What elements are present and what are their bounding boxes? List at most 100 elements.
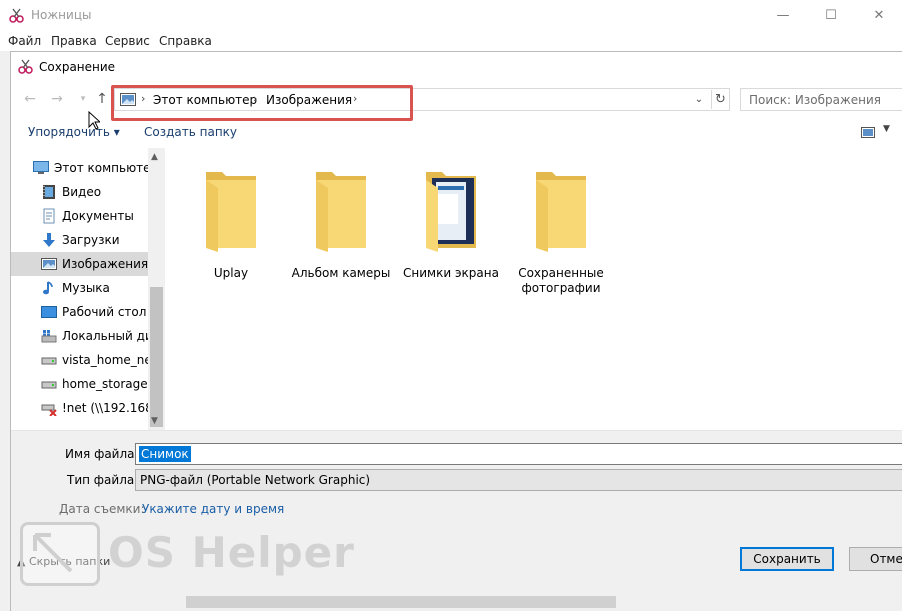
- sidebar-item-label: Изображения: [62, 257, 148, 271]
- navigation-pane: Этот компьютер Видео Документы Загрузки: [11, 148, 148, 430]
- sidebar-item-home-storage[interactable]: home_storage (E: [11, 372, 148, 396]
- sidebar-item-label: Этот компьютер: [54, 161, 148, 175]
- back-button[interactable]: ←: [21, 90, 39, 108]
- breadcrumb-this-pc[interactable]: Этот компьютер: [153, 93, 257, 107]
- arrow-left-icon: ←: [24, 91, 36, 107]
- filetype-label: Тип файла:: [67, 473, 139, 487]
- sidebar-item-label: home_storage (E: [62, 377, 148, 391]
- sidebar-item-label: Загрузки: [62, 233, 120, 247]
- mouse-cursor-icon: [88, 111, 100, 130]
- music-icon: [43, 281, 53, 295]
- drive-icon: [41, 381, 57, 389]
- arrow-up-icon: ↑: [96, 91, 108, 107]
- menu-edit[interactable]: Правка: [51, 34, 97, 48]
- view-icon[interactable]: [861, 127, 875, 138]
- filename-label: Имя файла:: [65, 447, 139, 461]
- sidebar-item-network-drive[interactable]: !net (\\192.168.2: [11, 396, 148, 420]
- recent-locations-button[interactable]: ▾: [74, 90, 92, 108]
- scrollbar-thumb[interactable]: [186, 596, 616, 608]
- sidebar-item-label: Локальный дис: [62, 329, 148, 343]
- chevron-down-icon: ▾: [80, 94, 86, 104]
- horizontal-scrollbar[interactable]: [11, 592, 902, 611]
- sidebar-item-vista-home[interactable]: vista_home_new: [11, 348, 148, 372]
- dialog-titlebar: Сохранение: [11, 52, 902, 82]
- menu-file[interactable]: Файл: [8, 34, 41, 48]
- close-button[interactable]: ✕: [856, 0, 902, 31]
- address-bar[interactable]: › Этот компьютер › Изображения › ⌄ ↻: [114, 88, 730, 111]
- sidebar-item-label: vista_home_new: [62, 353, 148, 367]
- sidebar-item-label: Видео: [62, 185, 102, 199]
- app-title: Ножницы: [31, 8, 92, 22]
- refresh-button[interactable]: ↻: [711, 90, 729, 109]
- local-disk-icon: [41, 330, 57, 343]
- sidebar-item-documents[interactable]: Документы: [11, 204, 148, 228]
- save-dialog: Сохранение ← → ▾ ↑ › Этот компьютер › Из…: [10, 51, 902, 611]
- forward-button[interactable]: →: [48, 90, 66, 108]
- maximize-button[interactable]: ☐: [808, 0, 854, 31]
- scissors-icon: [18, 59, 33, 74]
- app-background: [0, 51, 10, 611]
- date-taken-label: Дата съемки:: [59, 502, 145, 516]
- arrow-right-icon: →: [51, 91, 63, 107]
- sidebar-item-label: Документы: [62, 209, 134, 223]
- scroll-down-icon[interactable]: ▼: [151, 416, 158, 426]
- folder-icon: [206, 172, 256, 252]
- breadcrumb-pictures[interactable]: Изображения: [266, 93, 352, 107]
- sidebar-item-video[interactable]: Видео: [11, 180, 148, 204]
- filename-input[interactable]: Снимок: [135, 443, 902, 465]
- folder-label: Снимки экрана: [403, 266, 499, 280]
- scrollbar-thumb[interactable]: [150, 287, 163, 427]
- breadcrumb-separator-icon: ›: [141, 92, 146, 105]
- sidebar-item-pictures[interactable]: Изображения: [11, 252, 148, 276]
- filetype-select[interactable]: PNG-файл (Portable Network Graphic): [135, 469, 902, 491]
- breadcrumb-separator-icon: ›: [253, 92, 258, 105]
- scroll-up-icon[interactable]: ▲: [151, 152, 158, 162]
- folder-icon: [536, 172, 586, 252]
- sidebar-item-desktop[interactable]: Рабочий стол: [11, 300, 148, 324]
- documents-icon: [43, 208, 55, 224]
- save-button[interactable]: Сохранить: [740, 547, 834, 571]
- new-folder-button[interactable]: Создать папку: [144, 125, 237, 139]
- scissors-icon: [9, 8, 24, 23]
- app-menubar: Файл Правка Сервис Справка: [0, 31, 902, 51]
- sidebar-item-music[interactable]: Музыка: [11, 276, 148, 300]
- hide-folders-button[interactable]: ▲ Скрыть папки: [17, 555, 110, 568]
- minimize-icon: —: [776, 8, 790, 23]
- folder-item-screenshots[interactable]: Снимки экрана: [396, 162, 506, 292]
- cancel-button[interactable]: Отмена: [849, 547, 902, 571]
- view-dropdown-icon[interactable]: ▼: [883, 124, 890, 134]
- file-list: Uplay Альбом камеры Снимки экрана Сохран…: [166, 148, 902, 430]
- organize-button[interactable]: Упорядочить ▾: [28, 125, 120, 139]
- address-dropdown-button[interactable]: ⌄: [692, 92, 706, 108]
- sidebar-item-this-pc[interactable]: Этот компьютер: [11, 156, 148, 180]
- menu-help[interactable]: Справка: [159, 34, 212, 48]
- sidebar-item-downloads[interactable]: Загрузки: [11, 228, 148, 252]
- up-button[interactable]: ↑: [93, 90, 111, 108]
- folder-screenshots-icon: [426, 172, 476, 252]
- sidebar-item-label: Рабочий стол: [62, 305, 147, 319]
- pictures-folder-icon: [120, 93, 136, 106]
- filetype-value: PNG-файл (Portable Network Graphic): [140, 473, 371, 487]
- chevron-down-icon: ⌄: [694, 94, 704, 105]
- folder-label: Uplay: [213, 266, 249, 280]
- search-input[interactable]: Поиск: Изображения: [740, 88, 902, 111]
- desktop-icon: [41, 306, 57, 318]
- folder-icon: [316, 172, 366, 252]
- folder-label: Сохраненные фотографии: [518, 266, 604, 295]
- navigation-pane-scrollbar[interactable]: ▲ ▼: [148, 148, 165, 430]
- minimize-button[interactable]: —: [760, 0, 806, 31]
- folder-item-uplay[interactable]: Uplay: [176, 162, 286, 292]
- date-taken-link[interactable]: Укажите дату и время: [142, 502, 284, 516]
- search-placeholder: Поиск: Изображения: [749, 93, 881, 107]
- folder-label: Альбом камеры: [291, 266, 391, 280]
- app-titlebar: Ножницы — ☐ ✕: [0, 0, 902, 31]
- sidebar-item-local-disk[interactable]: Локальный дис: [11, 324, 148, 348]
- close-icon: ✕: [873, 8, 885, 23]
- folder-item-saved-pictures[interactable]: Сохраненные фотографии: [506, 162, 616, 295]
- save-form: Имя файла: Снимок Тип файла: PNG-файл (P…: [11, 430, 902, 611]
- folder-item-camera-roll[interactable]: Альбом камеры: [286, 162, 396, 292]
- video-icon: [43, 185, 55, 199]
- sidebar-item-label: Музыка: [62, 281, 110, 295]
- menu-service[interactable]: Сервис: [105, 34, 150, 48]
- sidebar-item-label: !net (\\192.168.2: [62, 401, 148, 415]
